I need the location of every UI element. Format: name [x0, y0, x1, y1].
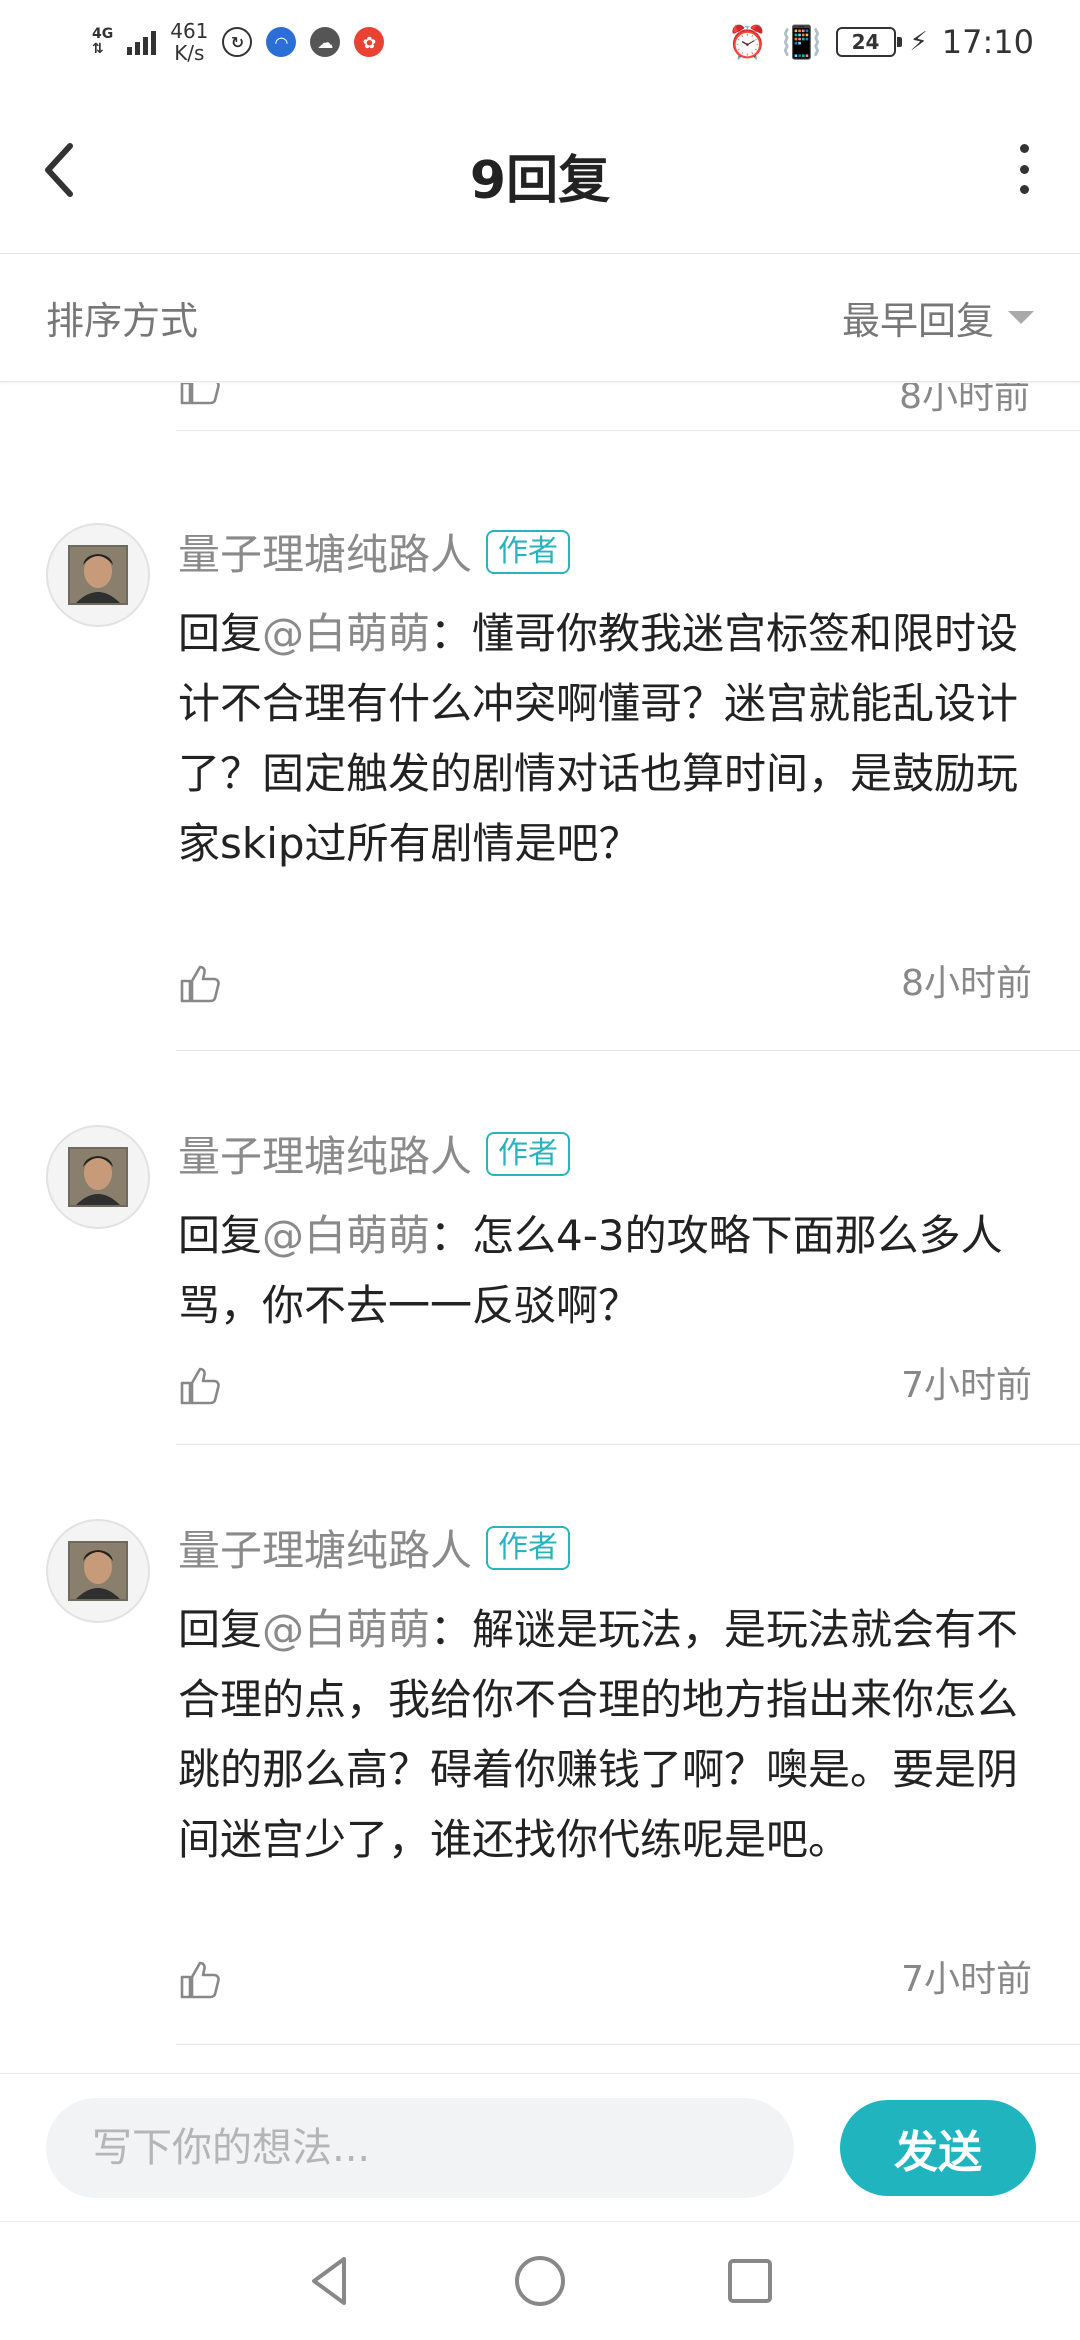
comment-body: 回复@白萌萌：懂哥你教我迷宫标签和限时设计不合理有什么冲突啊懂哥？迷宫就能乱设计…: [178, 599, 1038, 879]
reply-list[interactable]: 8小时前 量子理塘纯路人 作者 回复@白萌萌：懂哥你教我迷宫标签和限时设计不合理…: [0, 383, 1080, 2073]
page-title: 9回复: [469, 151, 611, 211]
thumbs-up-icon[interactable]: [178, 961, 222, 1005]
author-name[interactable]: 量子理塘纯路人: [178, 521, 472, 582]
system-nav-bar: [0, 2221, 1080, 2340]
comment-body: 回复@白萌萌：解谜是玩法，是玩法就会有不合理的点，我给你不合理的地方指出来你怎么…: [178, 1595, 1038, 1875]
paw-app-icon: ✿: [354, 27, 385, 57]
reply-prefix: 回复: [178, 1211, 263, 1260]
mention-link[interactable]: @白萌萌: [262, 609, 430, 658]
avatar-photo-icon: [68, 1147, 128, 1207]
author-name[interactable]: 量子理塘纯路人: [178, 1123, 472, 1184]
sort-dropdown[interactable]: 最早回复: [842, 290, 1034, 345]
comment-body: 回复@白萌萌：怎么4-3的攻略下面那么多人骂，你不去一一反驳啊？: [178, 1201, 1038, 1341]
caret-down-icon: [1008, 311, 1034, 324]
vibrate-icon: 📳: [781, 23, 822, 61]
charging-icon: ⚡: [909, 27, 928, 57]
cloud-download-icon: ☁: [310, 27, 341, 57]
data-arrows-icon: ⇅: [92, 41, 104, 57]
thumbs-up-icon[interactable]: [178, 1363, 222, 1407]
comment-composer: 写下你的想法... 发送: [0, 2073, 1080, 2221]
battery-level: 24: [851, 30, 880, 54]
avatar[interactable]: [46, 1125, 150, 1229]
network-speed: 461 K/s: [170, 20, 208, 64]
status-left: 4G ⇅ 461 K/s ↻ ◠ ☁ ✿: [92, 20, 385, 64]
separator: ：: [430, 1211, 473, 1260]
mention-link[interactable]: @白萌萌: [262, 1211, 430, 1260]
comment-footer: 8小时前: [178, 949, 1032, 1019]
network-type: 4G ⇅: [92, 27, 113, 57]
comment-time: 8小时前: [901, 963, 1032, 1004]
separator: ：: [430, 609, 473, 658]
avatar[interactable]: [46, 523, 150, 627]
alarm-icon: ⏰: [727, 23, 768, 61]
battery-icon: 24: [835, 27, 902, 57]
reply-prefix: 回复: [178, 609, 263, 658]
sort-label: 排序方式: [46, 299, 199, 343]
author-name[interactable]: 量子理塘纯路人: [178, 1517, 472, 1578]
nav-home-icon[interactable]: [510, 2251, 570, 2311]
comment-input[interactable]: 写下你的想法...: [46, 2098, 794, 2198]
author-badge: 作者: [486, 1525, 571, 1570]
divider: [176, 1444, 1080, 1445]
divider: [176, 2044, 1080, 2045]
list-item-partial: 8小时前: [0, 383, 1080, 431]
author-badge: 作者: [486, 529, 571, 574]
network-label: 4G: [92, 26, 114, 42]
clock: 17:10: [941, 23, 1034, 61]
sort-bar: 排序方式 最早回复: [0, 254, 1080, 382]
speed-value: 461: [170, 19, 209, 43]
list-item: 量子理塘纯路人 作者 回复@白萌萌：怎么4-3的攻略下面那么多人骂，你不去一一反…: [0, 1123, 1080, 1406]
speed-unit: K/s: [174, 41, 205, 65]
nav-back-icon[interactable]: [300, 2251, 360, 2311]
avatar[interactable]: [46, 1519, 150, 1623]
author-row: 量子理塘纯路人 作者: [178, 521, 571, 582]
app-notification-icon: ◠: [266, 27, 297, 57]
author-row: 量子理塘纯路人 作者: [178, 1123, 571, 1184]
separator: ：: [430, 1605, 473, 1654]
list-item: 量子理塘纯路人 作者 回复@白萌萌：懂哥你教我迷宫标签和限时设计不合理有什么冲突…: [0, 521, 1080, 1004]
comment-footer: 7小时前: [178, 1351, 1032, 1421]
comment-time: 8小时前: [899, 383, 1030, 417]
avatar-photo-icon: [68, 545, 128, 605]
author-badge: 作者: [486, 1131, 571, 1176]
comment-time: 7小时前: [901, 1365, 1032, 1406]
comment-time: 7小时前: [901, 1959, 1032, 2000]
list-item: 量子理塘纯路人 作者 回复@白萌萌：解谜是玩法，是玩法就会有不合理的点，我给你不…: [0, 1517, 1080, 2000]
thumbs-up-icon[interactable]: [178, 1957, 222, 2001]
signal-icon: [127, 29, 157, 55]
avatar-photo-icon: [68, 1541, 128, 1601]
nav-recents-icon[interactable]: [720, 2251, 780, 2311]
status-bar: 4G ⇅ 461 K/s ↻ ◠ ☁ ✿ ⏰ 📳 24 ⚡ 17:10: [0, 0, 1080, 84]
divider: [176, 430, 1080, 431]
comment-footer: 7小时前: [178, 1945, 1032, 2015]
data-saver-icon: ↻: [222, 27, 253, 57]
mention-link[interactable]: @白萌萌: [262, 1605, 430, 1654]
author-row: 量子理塘纯路人 作者: [178, 1517, 571, 1578]
thumbs-up-icon[interactable]: [178, 383, 222, 407]
more-menu-icon[interactable]: [1014, 144, 1034, 194]
sort-selected-value: 最早回复: [841, 299, 994, 343]
app-header: 9回复: [0, 84, 1080, 254]
status-right: ⏰ 📳 24 ⚡ 17:10: [728, 23, 1034, 61]
reply-prefix: 回复: [178, 1605, 263, 1654]
send-button[interactable]: 发送: [840, 2100, 1036, 2196]
divider: [176, 1050, 1080, 1051]
